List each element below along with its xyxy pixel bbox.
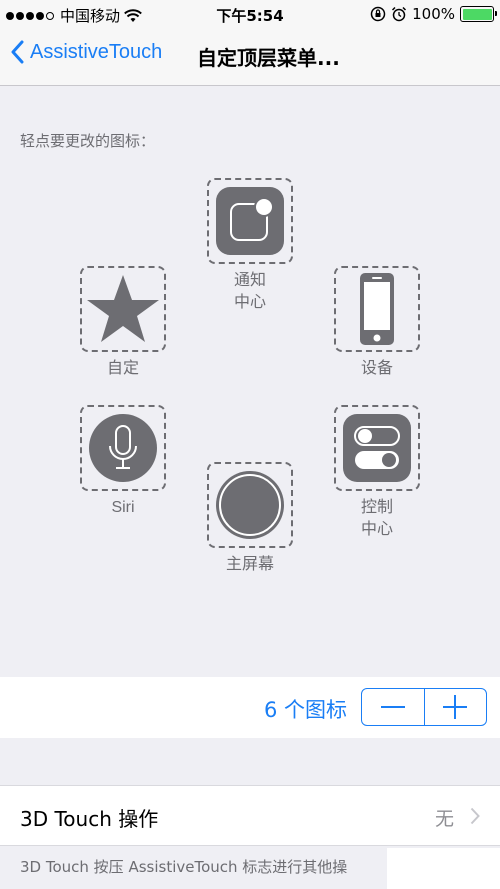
menu-slot-control-center[interactable]: 控制 中心 xyxy=(334,405,420,541)
icon-frame xyxy=(80,266,166,352)
page-title: 自定顶层菜单... xyxy=(197,46,340,70)
icon-frame xyxy=(207,462,293,548)
icon-frame xyxy=(334,405,420,491)
minus-icon xyxy=(380,706,405,708)
icon-frame xyxy=(207,178,293,264)
alarm-icon xyxy=(392,6,407,22)
3d-touch-label: 3D Touch 操作 xyxy=(20,807,159,831)
star-icon xyxy=(87,275,159,342)
icon-count-label: 6 个图标 xyxy=(263,698,347,722)
toggle-switches-icon xyxy=(343,414,411,482)
3d-touch-row[interactable]: 3D Touch 操作 无 xyxy=(0,785,500,846)
menu-slot-device[interactable]: 设备 xyxy=(334,266,420,380)
battery-percent: 100% xyxy=(412,5,455,23)
notification-center-label: 通知 中心 xyxy=(233,272,266,311)
3d-touch-footnote: 3D Touch 按压 AssistiveTouch 标志进行其他操 xyxy=(20,858,348,876)
microphone-icon xyxy=(89,414,157,482)
orientation-lock-icon xyxy=(370,6,386,22)
home-button-icon xyxy=(216,471,284,539)
overlay-patch xyxy=(387,848,500,889)
decrease-button[interactable] xyxy=(362,689,425,725)
menu-slot-notification-center[interactable]: 通知 中心 xyxy=(207,178,293,314)
battery-icon xyxy=(460,6,497,22)
3d-touch-value: 无 xyxy=(434,808,454,830)
chevron-right-icon xyxy=(470,807,480,825)
notification-center-icon xyxy=(216,187,284,255)
navigation-bar: AssistiveTouch 自定顶层菜单... xyxy=(0,28,500,86)
home-label: 主屏幕 xyxy=(225,556,274,573)
status-right: 100% xyxy=(370,5,497,23)
siri-label: Siri xyxy=(111,499,135,516)
menu-slot-custom[interactable]: 自定 xyxy=(80,266,166,380)
iphone-device-icon xyxy=(360,273,394,345)
battery-level xyxy=(462,8,492,20)
menu-slot-home[interactable]: 主屏幕 xyxy=(207,462,293,576)
icon-count-stepper[interactable] xyxy=(361,688,487,726)
icon-frame xyxy=(334,266,420,352)
status-bar: 中国移动 下午5:54 100% xyxy=(0,0,500,28)
back-button[interactable]: AssistiveTouch xyxy=(10,40,162,64)
icon-frame xyxy=(80,405,166,491)
chevron-left-icon xyxy=(11,40,24,64)
instructions-label: 轻点要更改的图标： xyxy=(20,132,156,150)
increase-button[interactable] xyxy=(425,689,487,725)
menu-slot-siri[interactable]: Siri xyxy=(80,405,166,519)
control-center-label: 控制 中心 xyxy=(360,499,393,538)
device-label: 设备 xyxy=(360,360,393,377)
plus-icon xyxy=(443,695,468,719)
back-button-label: AssistiveTouch xyxy=(30,40,163,63)
icon-count-row: 6 个图标 xyxy=(0,677,500,738)
custom-label: 自定 xyxy=(106,360,139,377)
